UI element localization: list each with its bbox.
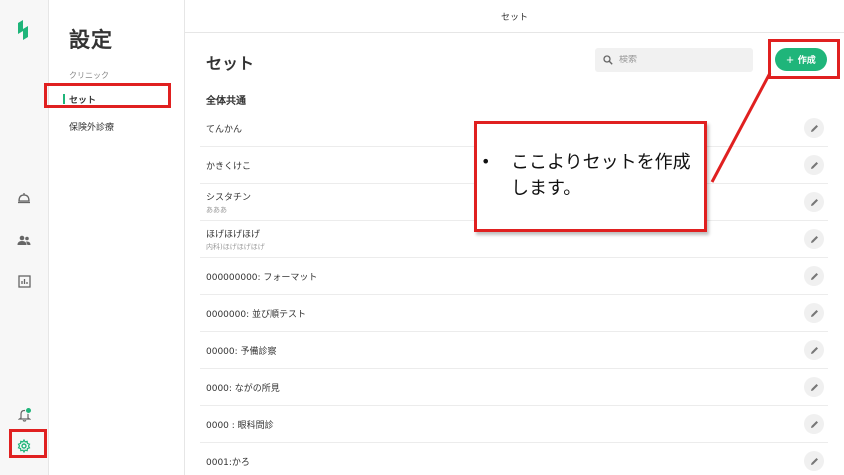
group-title: 全体共通	[206, 96, 246, 107]
section-label-clinic: クリニック	[69, 71, 109, 80]
item-name: 0001:かろ	[206, 457, 250, 468]
search-input[interactable]	[619, 55, 739, 65]
patients-icon[interactable]	[14, 230, 34, 250]
app-logo-icon[interactable]	[16, 20, 30, 40]
app: 設定 クリニック セット 保険外診療 セット セット + 作成 全体共通 てんか…	[0, 0, 844, 475]
edit-pencil-icon[interactable]	[804, 451, 824, 471]
settings-title: 設定	[69, 28, 113, 52]
page-title: セット	[206, 54, 255, 73]
callout-bullet: •	[481, 152, 491, 171]
list-item[interactable]: 000000000: フォーマット	[200, 258, 828, 295]
edit-pencil-icon[interactable]	[804, 414, 824, 434]
edit-pencil-icon[interactable]	[804, 377, 824, 397]
list-item[interactable]: 0001:かろ	[200, 443, 828, 475]
icon-rail	[0, 0, 49, 475]
create-button[interactable]: + 作成	[775, 48, 827, 71]
search-box[interactable]	[595, 48, 753, 72]
notification-badge	[25, 407, 32, 414]
list-item[interactable]: 0000000: 並び順テスト	[200, 295, 828, 332]
edit-pencil-icon[interactable]	[804, 266, 824, 286]
edit-pencil-icon[interactable]	[804, 340, 824, 360]
edit-pencil-icon[interactable]	[804, 118, 824, 138]
callout-text: ここよりセットを作成します。	[511, 152, 691, 199]
list-item[interactable]: 0000 : 眼科問診	[200, 406, 828, 443]
reception-icon[interactable]	[14, 188, 34, 208]
list-item[interactable]: 00000: 予備診察	[200, 332, 828, 369]
item-name: 0000000: 並び順テスト	[206, 309, 306, 320]
settings-gear-icon[interactable]	[14, 436, 34, 456]
settings-sidebar: 設定 クリニック セット 保険外診療	[49, 0, 185, 475]
annotation-callout: • ここよりセットを作成します。	[474, 121, 707, 232]
topbar-title: セット	[185, 0, 844, 33]
notification-bell-icon[interactable]	[14, 405, 34, 425]
edit-pencil-icon[interactable]	[804, 229, 824, 249]
sidebar-item-non-insurance[interactable]: 保険外診療	[61, 117, 171, 135]
reports-icon[interactable]	[14, 271, 34, 291]
item-description: 内科)ほげほげほげ	[206, 242, 265, 251]
search-icon	[603, 55, 613, 65]
item-name: 0000 : 眼科問診	[206, 420, 274, 431]
item-name: 000000000: フォーマット	[206, 272, 318, 283]
list-item[interactable]: 0000: ながの所見	[200, 369, 828, 406]
create-button-label: 作成	[797, 55, 816, 65]
item-name: 0000: ながの所見	[206, 383, 280, 394]
plus-icon: +	[786, 52, 794, 67]
sidebar-item-set[interactable]: セット	[61, 90, 171, 108]
edit-pencil-icon[interactable]	[804, 155, 824, 175]
edit-pencil-icon[interactable]	[804, 192, 824, 212]
edit-pencil-icon[interactable]	[804, 303, 824, 323]
item-name: 00000: 予備診察	[206, 346, 277, 357]
